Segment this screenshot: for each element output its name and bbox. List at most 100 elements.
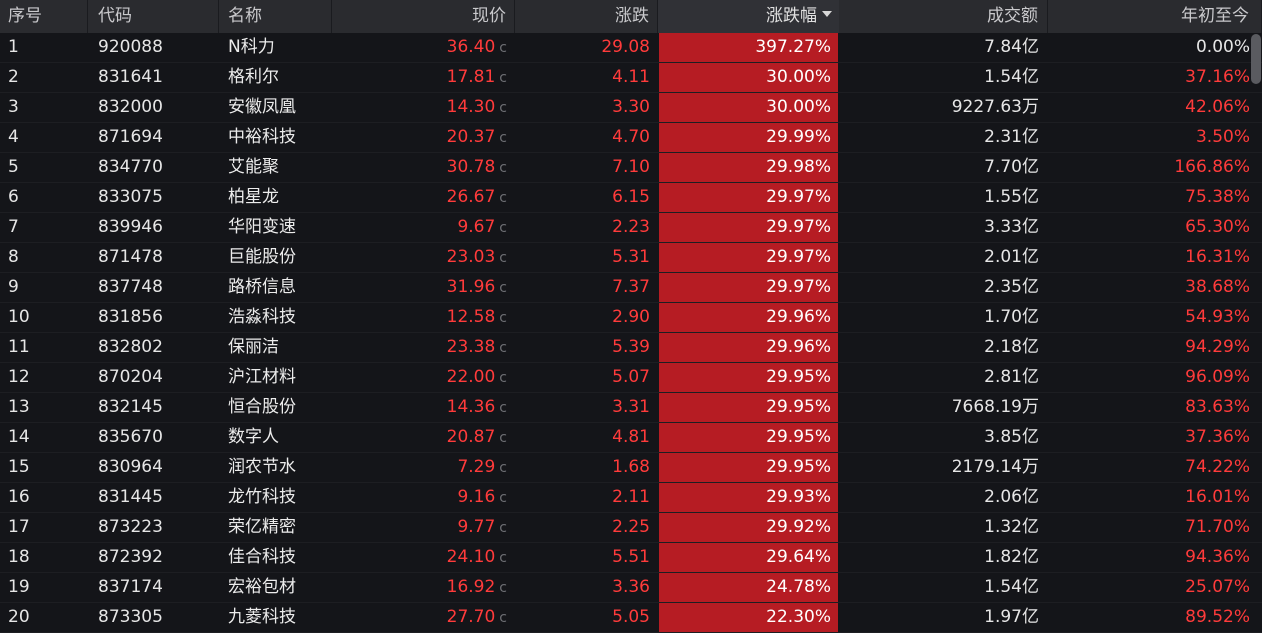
row-volume: 1.54亿	[839, 573, 1048, 602]
row-change: 5.07	[515, 363, 658, 392]
row-seq: 5	[0, 153, 88, 182]
row-name: 宏裕包材	[219, 573, 332, 602]
row-name-value: 沪江材料	[228, 367, 296, 387]
price-flag: c	[499, 310, 507, 326]
price-flag: c	[499, 340, 507, 356]
row-ytd: 94.36%	[1048, 543, 1262, 572]
table-row[interactable]: 15 830964 润农节水 7.29 c 1.68 29.95% 2179.14万 74.22…	[0, 453, 1262, 483]
col-header-volume[interactable]: 成交额	[839, 0, 1048, 33]
row-name: 中裕科技	[219, 123, 332, 152]
table-row[interactable]: 3 832000 安徽凤凰 14.30 c 3.30 30.00% 9227.63万 42.06…	[0, 93, 1262, 123]
table-row[interactable]: 7 839946 华阳变速 9.67 c 2.23 29.97% 3.33亿 65.30%	[0, 213, 1262, 243]
row-volume: 2.06亿	[839, 483, 1048, 512]
table-row[interactable]: 14 835670 数字人 20.87 c 4.81 29.95% 3.85亿 37.36%	[0, 423, 1262, 453]
row-seq: 1	[0, 33, 88, 62]
row-volume-value: 1.70亿	[984, 307, 1039, 327]
table-row[interactable]: 16 831445 龙竹科技 9.16 c 2.11 29.93% 2.06亿 16.01%	[0, 483, 1262, 513]
table-row[interactable]: 5 834770 艾能聚 30.78 c 7.10 29.98% 7.70亿 166.86%	[0, 153, 1262, 183]
row-change-value: 2.90	[612, 307, 650, 327]
col-header-seq[interactable]: 序号	[0, 0, 88, 33]
col-header-price[interactable]: 现价	[332, 0, 515, 33]
row-name: 艾能聚	[219, 153, 332, 182]
row-name-value: 九菱科技	[228, 607, 296, 627]
col-header-change[interactable]: 涨跌	[515, 0, 658, 33]
row-pct-value: 22.30%	[766, 607, 831, 627]
row-volume: 2.31亿	[839, 123, 1048, 152]
row-price-value: 12.58	[446, 307, 496, 327]
table-row[interactable]: 12 870204 沪江材料 22.00 c 5.07 29.95% 2.81亿 96.09%	[0, 363, 1262, 393]
row-change: 3.36	[515, 573, 658, 602]
row-pct: 29.95%	[658, 453, 839, 482]
table-row[interactable]: 13 832145 恒合股份 14.36 c 3.31 29.95% 7668.19万 83.6…	[0, 393, 1262, 423]
row-seq-value: 11	[8, 337, 30, 357]
row-seq: 7	[0, 213, 88, 242]
table-row[interactable]: 19 837174 宏裕包材 16.92 c 3.36 24.78% 1.54亿 25.07%	[0, 573, 1262, 603]
row-price: 14.30 c	[332, 93, 515, 122]
row-ytd: 38.68%	[1048, 273, 1262, 302]
row-change-value: 4.70	[612, 127, 650, 147]
price-flag: c	[499, 280, 507, 296]
row-price: 9.16 c	[332, 483, 515, 512]
row-code-value: 834770	[98, 157, 163, 177]
col-header-pct[interactable]: 涨跌幅	[658, 0, 839, 33]
row-change: 7.37	[515, 273, 658, 302]
row-code: 832802	[88, 333, 219, 362]
row-volume: 2.18亿	[839, 333, 1048, 362]
row-code: 839946	[88, 213, 219, 242]
row-volume: 1.54亿	[839, 63, 1048, 92]
row-change: 2.90	[515, 303, 658, 332]
table-row[interactable]: 20 873305 九菱科技 27.70 c 5.05 22.30% 1.97亿 89.52%	[0, 603, 1262, 633]
row-ytd: 25.07%	[1048, 573, 1262, 602]
row-volume: 7.84亿	[839, 33, 1048, 62]
row-volume-value: 2.81亿	[984, 367, 1039, 387]
row-volume-value: 3.33亿	[984, 217, 1039, 237]
price-flag: c	[499, 130, 507, 146]
row-seq: 12	[0, 363, 88, 392]
row-pct: 29.95%	[658, 423, 839, 452]
row-name: 九菱科技	[219, 603, 332, 632]
row-change-value: 5.39	[612, 337, 650, 357]
row-seq-value: 13	[8, 397, 30, 417]
row-ytd-value: 75.38%	[1185, 187, 1250, 207]
row-seq-value: 17	[8, 517, 30, 537]
row-change-value: 5.07	[612, 367, 650, 387]
row-seq-value: 15	[8, 457, 30, 477]
col-header-code[interactable]: 代码	[88, 0, 219, 33]
row-ytd-value: 3.50%	[1195, 127, 1250, 147]
table-row[interactable]: 6 833075 柏星龙 26.67 c 6.15 29.97% 1.55亿 75.38%	[0, 183, 1262, 213]
col-header-name[interactable]: 名称	[219, 0, 332, 33]
table-row[interactable]: 4 871694 中裕科技 20.37 c 4.70 29.99% 2.31亿 3.50%	[0, 123, 1262, 153]
table-row[interactable]: 18 872392 佳合科技 24.10 c 5.51 29.64% 1.82亿 94.36%	[0, 543, 1262, 573]
row-ytd-value: 38.68%	[1185, 277, 1250, 297]
row-code-value: 832145	[98, 397, 163, 417]
row-ytd: 75.38%	[1048, 183, 1262, 212]
row-name: 巨能股份	[219, 243, 332, 272]
col-header-ytd[interactable]: 年初至今	[1048, 0, 1262, 33]
row-pct: 29.97%	[658, 183, 839, 212]
row-code: 837174	[88, 573, 219, 602]
row-pct-value: 29.97%	[766, 277, 831, 297]
row-seq: 18	[0, 543, 88, 572]
table-row[interactable]: 10 831856 浩淼科技 12.58 c 2.90 29.96% 1.70亿 54.93%	[0, 303, 1262, 333]
table-row[interactable]: 2 831641 格利尔 17.81 c 4.11 30.00% 1.54亿 37.16%	[0, 63, 1262, 93]
row-ytd-value: 65.30%	[1185, 217, 1250, 237]
row-volume: 1.97亿	[839, 603, 1048, 632]
row-pct-value: 29.98%	[766, 157, 831, 177]
row-pct-value: 29.97%	[766, 247, 831, 267]
scrollbar-thumb[interactable]	[1251, 34, 1261, 84]
row-volume-value: 1.32亿	[984, 517, 1039, 537]
table-row[interactable]: 9 837748 路桥信息 31.96 c 7.37 29.97% 2.35亿 38.68%	[0, 273, 1262, 303]
row-price-value: 16.92	[446, 577, 496, 597]
row-seq: 2	[0, 63, 88, 92]
table-row[interactable]: 11 832802 保丽洁 23.38 c 5.39 29.96% 2.18亿 94.29%	[0, 333, 1262, 363]
row-volume-value: 1.54亿	[984, 67, 1039, 87]
row-seq: 4	[0, 123, 88, 152]
table-row[interactable]: 8 871478 巨能股份 23.03 c 5.31 29.97% 2.01亿 16.31%	[0, 243, 1262, 273]
table-row[interactable]: 17 873223 荣亿精密 9.77 c 2.25 29.92% 1.32亿 71.70%	[0, 513, 1262, 543]
row-code: 872392	[88, 543, 219, 572]
row-volume: 7.70亿	[839, 153, 1048, 182]
table-row[interactable]: 1 920088 N科力 36.40 c 29.08 397.27% 7.84亿 0.00%	[0, 33, 1262, 63]
row-name-value: N科力	[228, 37, 275, 57]
row-seq-value: 7	[8, 217, 19, 237]
row-pct: 29.98%	[658, 153, 839, 182]
